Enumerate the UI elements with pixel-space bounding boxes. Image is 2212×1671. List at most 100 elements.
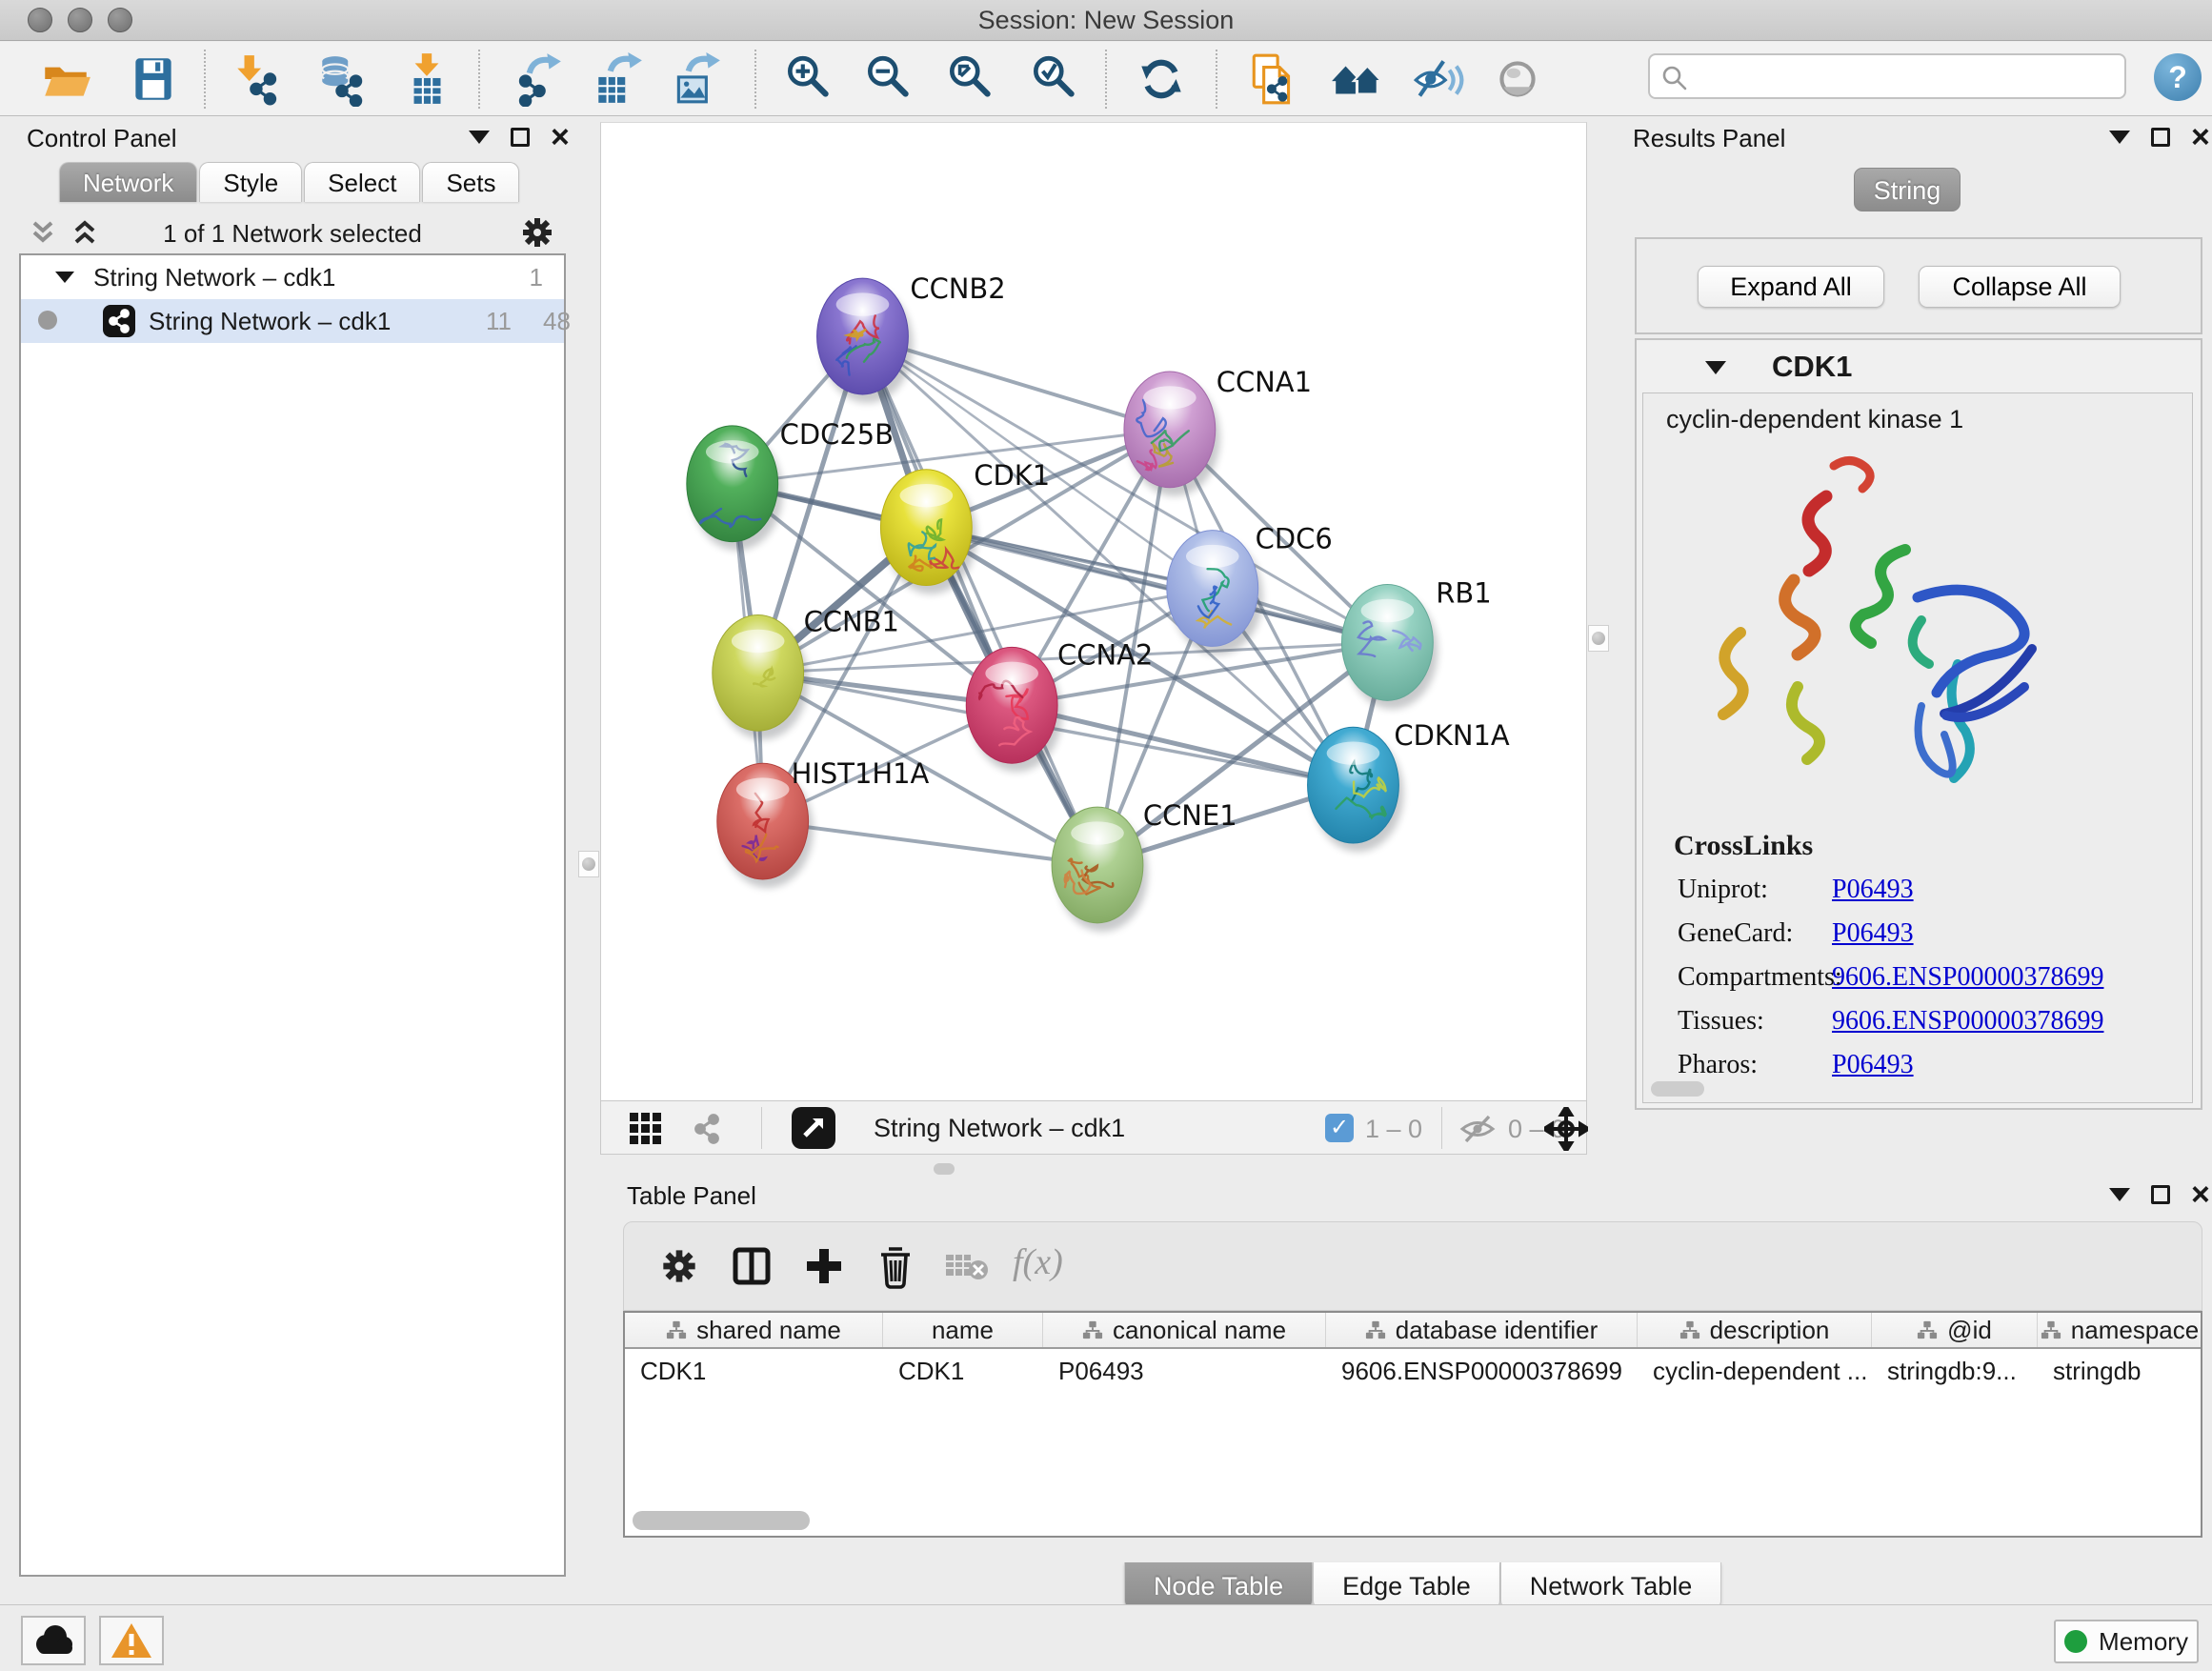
fit-content-crosshair-icon[interactable] xyxy=(1544,1107,1588,1151)
node-label: CCNA2 xyxy=(1057,638,1153,671)
network-node-ccnb2[interactable]: CCNB2 xyxy=(817,272,1006,403)
float-panel-icon[interactable] xyxy=(469,131,490,144)
search-field[interactable] xyxy=(1648,53,2126,99)
collapse-all-button[interactable]: Collapse All xyxy=(1919,266,2121,308)
cloud-status-button[interactable] xyxy=(21,1616,86,1665)
table-cell[interactable]: CDK1 xyxy=(883,1357,1043,1386)
import-table-icon[interactable] xyxy=(399,51,454,107)
table-cell[interactable]: stringdb xyxy=(2038,1357,2202,1386)
export-network-icon[interactable] xyxy=(510,51,565,107)
node-label: CCNE1 xyxy=(1143,799,1237,832)
crosslink-label: GeneCard: xyxy=(1643,918,1832,949)
tab-sets[interactable]: Sets xyxy=(422,162,519,202)
zoom-out-icon[interactable] xyxy=(861,51,916,107)
homes-icon[interactable] xyxy=(1330,51,1385,107)
network-node-hist1h1a[interactable]: HIST1H1A xyxy=(717,757,930,888)
tab-edge-table[interactable]: Edge Table xyxy=(1313,1562,1500,1610)
maximize-panel-icon[interactable] xyxy=(2151,1185,2170,1204)
export-table-icon[interactable] xyxy=(591,51,646,107)
help-button[interactable]: ? xyxy=(2154,53,2202,101)
column-header-name[interactable]: name xyxy=(883,1313,1043,1347)
left-splitter-handle[interactable] xyxy=(578,851,599,877)
table-cell[interactable]: CDK1 xyxy=(625,1357,883,1386)
delete-table-icon[interactable] xyxy=(944,1249,990,1283)
tab-string[interactable]: String xyxy=(1854,168,1961,211)
table-cell[interactable]: cyclin-dependent ... xyxy=(1638,1357,1872,1386)
close-panel-icon[interactable]: × xyxy=(2191,128,2210,147)
column-header-namespace[interactable]: namespace xyxy=(2038,1313,2202,1347)
tab-network[interactable]: Network xyxy=(59,162,197,202)
network-node-ccnb1[interactable]: CCNB1 xyxy=(713,605,899,739)
entry-collapse-icon[interactable] xyxy=(1705,361,1726,374)
open-session-icon[interactable] xyxy=(38,51,93,107)
save-session-icon[interactable] xyxy=(126,51,181,107)
column-header--id[interactable]: @id xyxy=(1872,1313,2038,1347)
open-in-window-icon[interactable] xyxy=(792,1107,835,1149)
network-edge[interactable] xyxy=(1012,705,1353,785)
network-node-cdk1[interactable]: CDK1 xyxy=(880,459,1050,594)
network-options-gear-icon[interactable] xyxy=(520,215,554,250)
import-network-icon[interactable] xyxy=(231,51,286,107)
crosslink-value[interactable]: 9606.ENSP00000378699 xyxy=(1832,962,2103,993)
column-header-shared-name[interactable]: shared name xyxy=(625,1313,883,1347)
close-panel-icon[interactable]: × xyxy=(551,128,570,147)
network-node-cdkn1a[interactable]: CDKN1A xyxy=(1308,719,1510,852)
table-cell[interactable]: stringdb:9... xyxy=(1872,1357,2038,1386)
selected-checkbox-icon[interactable]: ✓ xyxy=(1325,1114,1354,1142)
table-hscroll-thumb[interactable] xyxy=(633,1511,810,1530)
tab-network-table[interactable]: Network Table xyxy=(1500,1562,1722,1610)
right-splitter-handle[interactable] xyxy=(1588,625,1609,652)
network-collection-row[interactable]: String Network – cdk1 1 xyxy=(21,255,564,299)
warning-status-button[interactable] xyxy=(99,1616,164,1665)
add-column-icon[interactable] xyxy=(803,1245,845,1287)
crosslink-value[interactable]: P06493 xyxy=(1832,1050,1914,1080)
column-header-canonical-name[interactable]: canonical name xyxy=(1043,1313,1326,1347)
network-node-cdc6[interactable]: CDC6 xyxy=(1167,523,1333,655)
column-header-database-identifier[interactable]: database identifier xyxy=(1326,1313,1638,1347)
show-all-eye-icon[interactable] xyxy=(1490,51,1545,107)
tab-node-table[interactable]: Node Table xyxy=(1124,1562,1313,1610)
maximize-panel-icon[interactable] xyxy=(511,128,530,147)
tab-style[interactable]: Style xyxy=(199,162,302,202)
float-panel-icon[interactable] xyxy=(2109,1188,2130,1201)
column-header-description[interactable]: description xyxy=(1638,1313,1872,1347)
maximize-panel-icon[interactable] xyxy=(2151,128,2170,147)
node-table-row[interactable]: CDK1CDK1P064939606.ENSP00000378699cyclin… xyxy=(625,1349,2201,1393)
close-panel-icon[interactable]: × xyxy=(2191,1185,2210,1204)
delete-column-icon[interactable] xyxy=(874,1243,917,1289)
search-input[interactable] xyxy=(1692,59,2111,93)
import-network-from-database-icon[interactable] xyxy=(314,51,370,107)
network-node-ccne1[interactable]: CCNE1 xyxy=(1052,799,1237,932)
results-buttons-box: Expand All Collapse All xyxy=(1635,237,2202,334)
expand-all-button[interactable]: Expand All xyxy=(1698,266,1884,308)
zoom-in-icon[interactable] xyxy=(781,51,836,107)
hidden-eye-icon[interactable] xyxy=(1458,1113,1500,1145)
details-hscroll-thumb[interactable] xyxy=(1651,1081,1704,1097)
network-share-icon[interactable] xyxy=(689,1111,725,1147)
network-node-rb1[interactable]: RB1 xyxy=(1341,577,1491,710)
birdseye-view-icon[interactable] xyxy=(628,1111,664,1147)
show-columns-icon[interactable] xyxy=(731,1245,773,1287)
tab-select[interactable]: Select xyxy=(304,162,420,202)
memory-button[interactable]: Memory xyxy=(2054,1620,2199,1663)
float-panel-icon[interactable] xyxy=(2109,131,2130,144)
crosslink-value[interactable]: P06493 xyxy=(1832,875,1914,905)
network-canvas-svg[interactable]: CCNB2CCNA1CDC25BCDK1CDC6RB1CCNB1CCNA2CDK… xyxy=(600,122,1587,1100)
collection-expand-icon[interactable] xyxy=(55,272,74,283)
table-cell[interactable]: P06493 xyxy=(1043,1357,1326,1386)
export-image-icon[interactable] xyxy=(669,51,724,107)
zoom-selected-icon[interactable] xyxy=(1027,51,1082,107)
crosslink-value[interactable]: P06493 xyxy=(1832,918,1914,949)
network-row[interactable]: String Network – cdk1 11 48 xyxy=(21,299,564,343)
clone-network-file-icon[interactable] xyxy=(1246,51,1301,107)
hide-selected-eye-icon[interactable] xyxy=(1410,51,1465,107)
table-gear-icon[interactable] xyxy=(660,1247,698,1285)
table-cell[interactable]: 9606.ENSP00000378699 xyxy=(1326,1357,1638,1386)
column-label: database identifier xyxy=(1396,1316,1598,1345)
function-builder-icon[interactable]: f(x) xyxy=(1013,1241,1063,1283)
bottom-splitter-handle[interactable] xyxy=(934,1163,955,1175)
refresh-icon[interactable] xyxy=(1134,51,1189,107)
crosslink-value[interactable]: 9606.ENSP00000378699 xyxy=(1832,1006,2103,1037)
zoom-fit-icon[interactable] xyxy=(943,51,998,107)
control-panel-window-controls: × xyxy=(469,128,570,147)
